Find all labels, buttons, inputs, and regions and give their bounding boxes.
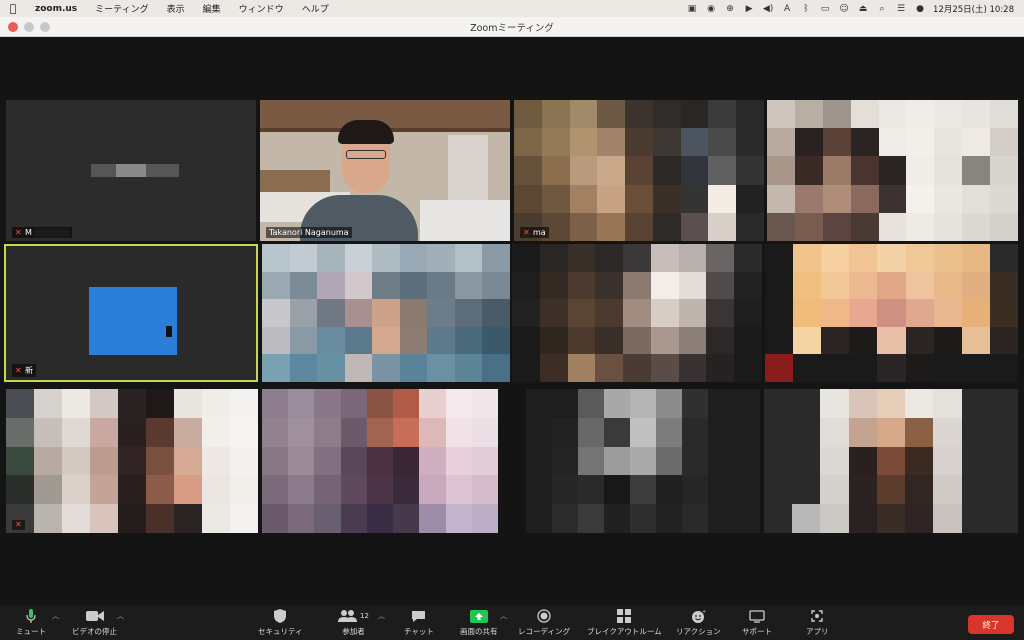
apple-icon[interactable]: : [0, 2, 26, 15]
share-options-chevron-icon[interactable]: ︿: [500, 611, 507, 621]
chat-button[interactable]: チャット: [404, 608, 434, 637]
mic-muted-icon: ✕: [15, 227, 22, 237]
camera-status-icon[interactable]: ◉: [705, 4, 717, 14]
participant-tile-video[interactable]: [526, 389, 760, 533]
macos-menubar:  zoom.us ミーティング 表示 編集 ウィンドウ ヘルプ ▣ ◉ ⊕ ▶…: [0, 0, 1024, 17]
menubar-status-area: ▣ ◉ ⊕ ▶ ◀) A ᛒ ▭ ☺ ⏏ ⌕ ☰ ● 12月25日(土) 10:…: [686, 3, 1024, 15]
stop-video-button[interactable]: ビデオの停止: [72, 608, 117, 637]
support-icon: [749, 608, 765, 624]
participants-button[interactable]: 12 参加者: [338, 608, 369, 637]
volume-icon[interactable]: ◀): [762, 4, 774, 14]
participants-icon: 12: [338, 608, 369, 624]
record-button[interactable]: レコーディング: [518, 608, 570, 637]
apps-button[interactable]: アプリ: [806, 608, 829, 637]
input-source-icon[interactable]: A: [781, 4, 793, 14]
chat-bubble-icon: [411, 608, 426, 624]
search-icon[interactable]: ⌕: [876, 4, 888, 14]
end-meeting-button[interactable]: 終了: [968, 615, 1014, 634]
user-icon[interactable]: ☺: [838, 4, 850, 14]
close-window-button[interactable]: [8, 22, 18, 32]
eject-icon[interactable]: ⏏: [857, 4, 869, 14]
navigation-icon[interactable]: ⊕: [724, 4, 736, 14]
apps-icon: [810, 608, 824, 624]
bluetooth-icon[interactable]: ᛒ: [800, 4, 812, 14]
menu-window[interactable]: ウィンドウ: [230, 2, 293, 15]
participant-tile-video[interactable]: [512, 244, 762, 382]
security-button[interactable]: セキュリティ: [258, 608, 303, 637]
meeting-toolbar: ミュート ︿ ビデオの停止 ︿ セキュリティ 12 参加者 ︿ チャット 画面の…: [0, 605, 1024, 640]
record-icon: [537, 608, 551, 624]
grid-icon: [617, 608, 632, 624]
participant-tile-video[interactable]: [767, 100, 1018, 241]
mic-muted-icon: ✕: [523, 227, 530, 237]
participant-tile-video[interactable]: Takanori Naganuma: [260, 100, 510, 241]
menu-edit[interactable]: 編集: [194, 2, 230, 15]
participants-options-chevron-icon[interactable]: ︿: [378, 611, 385, 621]
breakout-rooms-button[interactable]: ブレイクアウトルーム: [587, 608, 662, 637]
participant-tile[interactable]: ✕ M: [6, 100, 256, 241]
participant-tile-video[interactable]: [262, 389, 498, 533]
mic-muted-icon: ✕: [15, 520, 22, 529]
share-screen-button[interactable]: 画面の共有: [460, 608, 498, 637]
zoom-window-button[interactable]: [40, 22, 50, 32]
participant-tile-video[interactable]: ✕ ma: [514, 100, 764, 241]
video-camera-icon: [85, 608, 104, 624]
mute-button[interactable]: ミュート: [16, 608, 46, 637]
play-icon[interactable]: ▶: [743, 4, 755, 14]
menu-help[interactable]: ヘルプ: [293, 2, 338, 15]
participant-tile-video[interactable]: [764, 389, 1018, 533]
participant-tile-video[interactable]: ✕: [6, 389, 258, 533]
minimize-window-button[interactable]: [24, 22, 34, 32]
siri-icon[interactable]: ●: [914, 4, 926, 14]
participant-tile-video[interactable]: [262, 244, 510, 382]
video-options-chevron-icon[interactable]: ︿: [117, 611, 124, 621]
mic-muted-icon: ✕: [15, 365, 22, 375]
smiley-icon: +: [691, 608, 706, 624]
battery-icon[interactable]: ▭: [819, 4, 831, 14]
mute-options-chevron-icon[interactable]: ︿: [52, 611, 59, 621]
svg-text:+: +: [702, 609, 706, 615]
control-center-icon[interactable]: ☰: [895, 4, 907, 14]
window-controls: [8, 22, 50, 32]
participant-name-label: ✕ 新: [12, 364, 36, 377]
support-button[interactable]: サポート: [742, 608, 772, 637]
microphone-icon: [26, 608, 36, 624]
menu-app-zoom[interactable]: zoom.us: [26, 4, 86, 14]
participant-name-label: ✕: [12, 520, 25, 530]
menu-view[interactable]: 表示: [158, 2, 194, 15]
share-screen-icon: [469, 608, 488, 624]
video-gallery: ✕ M Takanori Naganuma ✕ ma ✕ 新 ✕: [0, 37, 1024, 605]
participant-name-label: ✕ M: [12, 227, 72, 238]
avatar: [89, 287, 177, 355]
window-title: Zoomミーティング: [470, 22, 554, 34]
zoom-status-icon[interactable]: ▣: [686, 4, 698, 14]
participant-tile-active-speaker[interactable]: ✕ 新: [4, 244, 258, 382]
reactions-button[interactable]: + リアクション: [676, 608, 721, 637]
participant-name-label: ✕ ma: [520, 227, 549, 238]
shield-icon: [274, 608, 287, 624]
participant-tile-video[interactable]: [765, 244, 1018, 382]
menubar-clock[interactable]: 12月25日(土) 10:28: [933, 3, 1014, 15]
participant-count: 12: [360, 612, 369, 620]
participant-name-label: Takanori Naganuma: [266, 227, 352, 238]
menu-meeting[interactable]: ミーティング: [86, 2, 157, 15]
window-titlebar: Zoomミーティング: [0, 17, 1024, 37]
